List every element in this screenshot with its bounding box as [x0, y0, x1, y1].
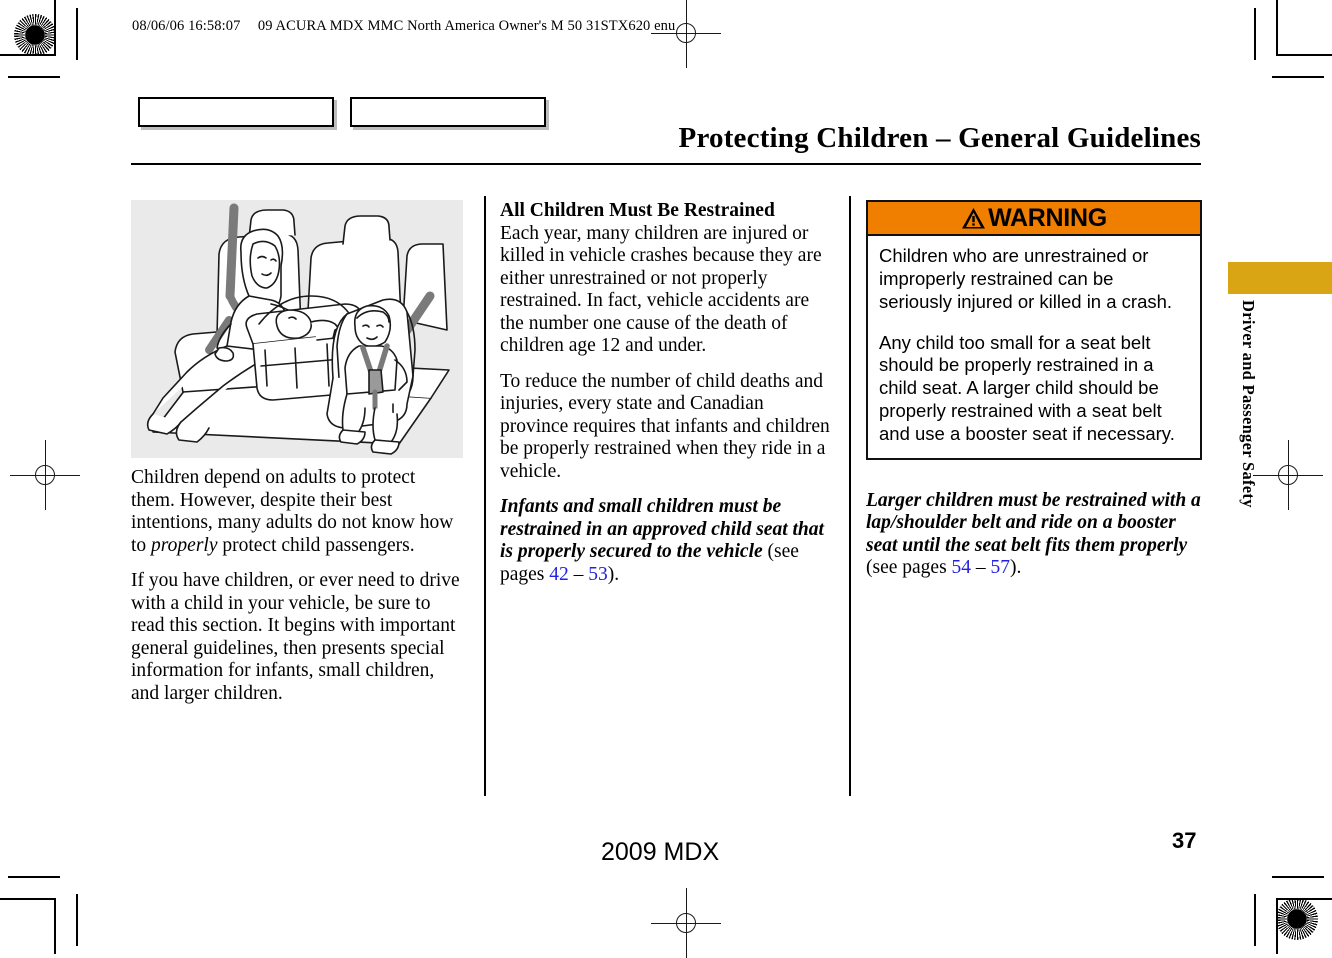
- warning-triangle-icon: [962, 207, 986, 228]
- left-p1-italic: properly: [151, 534, 218, 556]
- crop-mark-trim-bottom-left: [8, 876, 60, 878]
- crop-mark-trim-left2-vertical: [76, 894, 78, 946]
- child-restraints-rear-seat-illustration: [131, 200, 463, 458]
- column-divider-right: [849, 196, 851, 796]
- crop-mark-trim-right-vertical: [1254, 894, 1256, 946]
- crop-mark-top-left-vertical: [54, 0, 56, 56]
- crop-mark-bottom-right-horizontal: [1276, 898, 1332, 900]
- warning-paragraph-1: Children who are unrestrained or imprope…: [879, 245, 1173, 312]
- note-see-pages: (see pages: [866, 557, 952, 579]
- registration-cross-bottom: [651, 888, 721, 958]
- right-column: WARNING Children who are unrestrained or…: [866, 200, 1202, 580]
- document-header-meta: 08/06/06 16:58:07 09 ACURA MDX MMC North…: [132, 18, 675, 35]
- crop-mark-top-left-horizontal: [0, 54, 56, 56]
- left-paragraph-2: If you have children, or ever need to dr…: [131, 570, 460, 704]
- section-tab-label: Driver and Passenger Safety: [1239, 300, 1258, 508]
- middle-subhead: All Children Must Be Restrained: [500, 200, 775, 221]
- middle-paragraph-1: Each year, many children are injured or …: [500, 222, 822, 357]
- left-p1-part2: protect child passengers.: [217, 534, 415, 556]
- warning-box: WARNING Children who are unrestrained or…: [866, 200, 1202, 460]
- footer-page-number: 37: [1172, 828, 1197, 853]
- warning-header: WARNING: [868, 202, 1200, 236]
- crop-mark-bottom-left-vertical: [54, 898, 56, 954]
- crop-mark-top-right-vertical: [1276, 0, 1278, 56]
- middle-paragraph-3: Infants and small children must be restr…: [500, 496, 834, 586]
- header-tag-box-right: [350, 97, 546, 127]
- middle-p3-dash: –: [568, 563, 589, 585]
- middle-column: All Children Must Be Restrained Each yea…: [500, 200, 834, 586]
- crop-mark-bottom-right-vertical: [1276, 898, 1278, 954]
- registration-star-bottom-right: [1276, 898, 1318, 940]
- left-column: Children depend on adults to protect the…: [131, 200, 463, 705]
- warning-label: WARNING: [988, 203, 1107, 232]
- registration-cross-left: [10, 440, 80, 510]
- crop-mark-trim-bottom-horizontal: [1272, 876, 1324, 878]
- warning-body: Children who are unrestrained or imprope…: [868, 236, 1200, 458]
- header-doc-id: 09 ACURA MDX MMC North America Owner's M…: [257, 18, 676, 34]
- title-rule: [131, 163, 1201, 165]
- crop-mark-trim-left-vertical: [76, 8, 78, 60]
- note-emphasis: Larger children must be restrained with …: [866, 489, 1201, 556]
- note-dash: –: [971, 557, 991, 579]
- registration-star-top-left: [14, 14, 56, 56]
- middle-p3-close: ).: [607, 563, 620, 585]
- crop-mark-trim-top-horizontal: [8, 76, 60, 78]
- middle-paragraph-2: To reduce the number of child deaths and…: [500, 370, 830, 482]
- page-reference-57[interactable]: 57: [991, 557, 1011, 578]
- page-reference-42[interactable]: 42: [549, 564, 569, 585]
- page-reference-54[interactable]: 54: [952, 557, 972, 578]
- crop-mark-top-right-horizontal: [1276, 54, 1332, 56]
- header-tag-box-left: [138, 97, 334, 127]
- page-reference-53[interactable]: 53: [588, 564, 608, 585]
- footer-model: 2009 MDX: [601, 838, 720, 866]
- left-column-text: Children depend on adults to protect the…: [131, 467, 463, 705]
- registration-cross-right: [1253, 440, 1323, 510]
- crop-mark-trim-right2-vertical: [1254, 8, 1256, 60]
- left-paragraph-1: Children depend on adults to protect the…: [131, 467, 463, 557]
- note-close: ).: [1010, 557, 1022, 579]
- column-divider-left: [484, 196, 486, 796]
- header-timestamp: 08/06/06 16:58:07: [132, 18, 241, 34]
- crop-mark-bottom-left-horizontal: [0, 898, 56, 900]
- page-title: Protecting Children – General Guidelines: [678, 122, 1201, 154]
- section-tab-marker: [1228, 262, 1332, 294]
- middle-column-text: Each year, many children are injured or …: [500, 223, 834, 587]
- right-column-note: Larger children must be restrained with …: [866, 490, 1202, 580]
- warning-paragraph-2: Any child too small for a seat belt shou…: [879, 331, 1175, 444]
- crop-mark-trim-top-right: [1272, 76, 1324, 78]
